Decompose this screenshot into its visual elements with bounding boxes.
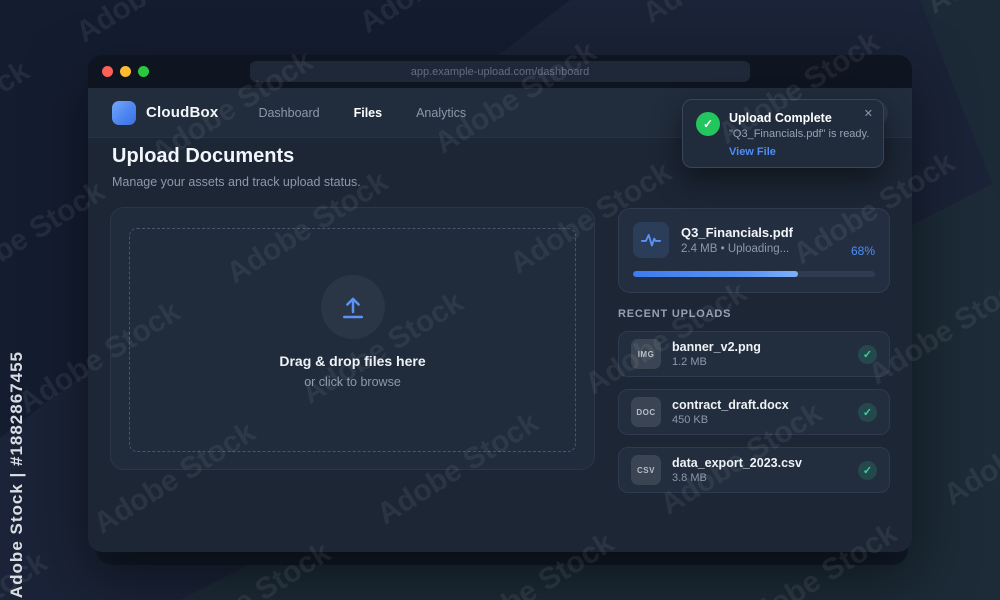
upload-success-check-icon: ✓ (858, 344, 877, 364)
dropzone-subtext: or click to browse (304, 375, 401, 389)
nav-item-dashboard[interactable]: Dashboard (258, 106, 319, 120)
file-size: 1.2 MB (672, 356, 707, 368)
file-size: 3.8 MB (672, 472, 707, 484)
upload-icon-circle (320, 275, 385, 339)
upload-progress-track (633, 271, 875, 277)
minimize-window-button[interactable] (120, 66, 131, 77)
browser-chrome-bar: app.example-upload.com/dashboard (88, 55, 912, 88)
address-bar[interactable]: app.example-upload.com/dashboard (250, 61, 750, 82)
page-title: Upload Documents (112, 145, 295, 167)
file-name: contract_draft.docx (672, 398, 789, 412)
recent-upload-row-data-export[interactable]: CSV data_export_2023.csv 3.8 MB ✓ (618, 447, 890, 493)
recent-uploads-heading: RECENT UPLOADS (618, 308, 732, 320)
close-window-button[interactable] (102, 66, 113, 77)
file-text: banner_v2.png 1.2 MB (672, 340, 761, 368)
stage: app.example-upload.com/dashboard CloudBo… (0, 0, 1000, 600)
nav-links: Dashboard Files Analytics (258, 106, 466, 120)
upload-success-check-icon: ✓ (858, 460, 877, 480)
toast-close-icon[interactable]: ✕ (864, 107, 873, 120)
upload-arrow-icon (338, 292, 368, 322)
upload-dropzone[interactable]: Drag & drop files here or click to brows… (129, 228, 576, 452)
file-text: contract_draft.docx 450 KB (672, 398, 789, 426)
window-controls (102, 66, 149, 77)
recent-upload-row-contract[interactable]: DOC contract_draft.docx 450 KB ✓ (618, 389, 890, 435)
file-text: data_export_2023.csv 3.8 MB (672, 456, 802, 484)
brand-home-link[interactable]: CloudBox (112, 100, 219, 125)
file-name: data_export_2023.csv (672, 456, 802, 470)
upload-success-check-icon: ✓ (858, 402, 877, 422)
page-subtitle: Manage your assets and track upload stat… (112, 175, 361, 189)
success-check-icon: ✓ (696, 112, 720, 136)
right-column: Q3_Financials.pdf 2.4 MB • Uploading... … (618, 208, 890, 505)
nav-item-analytics[interactable]: Analytics (416, 106, 466, 120)
uploading-file-meta: 2.4 MB • Uploading... (681, 243, 790, 255)
maximize-window-button[interactable] (138, 66, 149, 77)
uploading-file-row: Q3_Financials.pdf 2.4 MB • Uploading... … (633, 222, 875, 258)
uploading-file-name: Q3_Financials.pdf (681, 225, 793, 240)
file-type-badge-img: IMG (631, 339, 661, 369)
file-name: banner_v2.png (672, 340, 761, 354)
cloudbox-logo-icon (112, 100, 136, 125)
upload-dropzone-card: Drag & drop files here or click to brows… (110, 207, 595, 470)
file-type-badge-csv: CSV (631, 455, 661, 485)
upload-percent-label: 68% (850, 244, 875, 258)
dropzone-headline: Drag & drop files here (279, 353, 426, 369)
nav-item-files[interactable]: Files (354, 106, 383, 120)
upload-progress-fill (633, 271, 798, 277)
file-size: 450 KB (672, 414, 709, 426)
toast-message: "Q3_Financials.pdf" is ready. (729, 128, 870, 140)
uploading-file-card: Q3_Financials.pdf 2.4 MB • Uploading... … (618, 208, 890, 293)
upload-complete-toast: ✓ Upload Complete "Q3_Financials.pdf" is… (682, 99, 884, 168)
uploading-file-text: Q3_Financials.pdf 2.4 MB • Uploading... (681, 225, 793, 255)
brand-name: CloudBox (146, 104, 219, 121)
recent-upload-row-banner[interactable]: IMG banner_v2.png 1.2 MB ✓ (618, 331, 890, 377)
view-file-link[interactable]: View File (729, 146, 871, 158)
file-type-badge-doc: DOC (631, 397, 661, 427)
file-activity-icon (633, 222, 669, 258)
toast-body: Upload Complete "Q3_Financials.pdf" is r… (729, 111, 871, 158)
toast-title: Upload Complete (729, 111, 832, 125)
